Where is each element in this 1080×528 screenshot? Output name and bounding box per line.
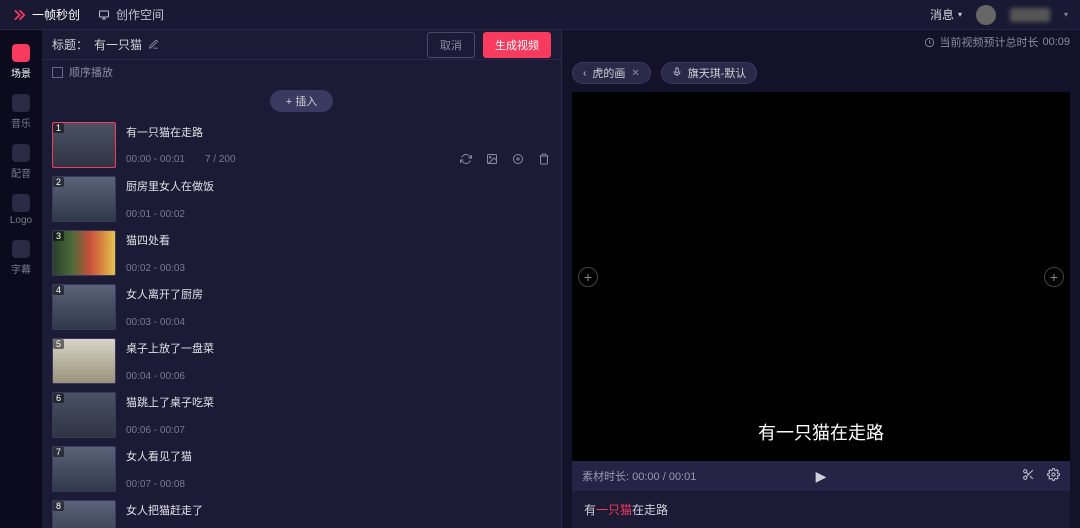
scene-list[interactable]: 1 有一只猫在走路 00:00 - 00:01 7 / 200 2 厨房里女人在做饭 00:…	[42, 118, 561, 528]
nav-label: Logo	[10, 215, 32, 226]
next-scene-button[interactable]: +	[1044, 267, 1064, 287]
subtitle-editor[interactable]: 有一只猫在走路	[572, 491, 1070, 528]
messages-label: 消息	[930, 6, 954, 23]
music-icon	[12, 94, 30, 112]
title-label: 标题：	[52, 36, 88, 53]
nav-label: 场景	[11, 65, 31, 80]
preview-panel: 当前视频预计总时长 00:09 ‹虎的画✕旗天琪-默认 + + 有一只猫在走路 …	[562, 30, 1080, 528]
replace-image-icon[interactable]	[485, 152, 499, 166]
scene-row[interactable]: 1 有一只猫在走路 00:00 - 00:01 7 / 200	[52, 118, 551, 172]
scene-title: 厨房里女人在做饭	[126, 178, 551, 194]
chevron-down-icon[interactable]: ▾	[1064, 10, 1068, 19]
scene-title: 猫跳上了桌子吃菜	[126, 394, 551, 410]
scene-timerange: 00:04 - 00:06	[126, 371, 185, 382]
sequential-play-label: 顺序播放	[69, 64, 113, 80]
monitor-icon	[98, 9, 110, 21]
edit-icon[interactable]	[148, 39, 159, 50]
prev-scene-button[interactable]: +	[578, 267, 598, 287]
scene-number: 1	[53, 123, 64, 133]
title-value: 有一只猫	[94, 36, 142, 53]
messages-link[interactable]: 消息 ▾	[930, 6, 962, 23]
generate-video-button[interactable]: 生成视频	[483, 32, 551, 58]
avatar[interactable]	[976, 5, 996, 25]
duration-label: 当前视频预计总时长	[939, 34, 1038, 50]
nav-item-配音[interactable]: 配音	[4, 138, 38, 186]
add-icon[interactable]	[511, 152, 525, 166]
nav-item-音乐[interactable]: 音乐	[4, 88, 38, 136]
scene-row[interactable]: 8 女人把猫赶走了	[52, 496, 551, 528]
scene-number: 5	[53, 339, 64, 349]
scene-title: 女人离开了厨房	[126, 286, 551, 302]
nav-label: 字幕	[11, 261, 31, 276]
scene-title: 有一只猫在走路	[126, 124, 551, 140]
tag-label: 旗天琪-默认	[688, 65, 747, 81]
preview-caption: 有一只猫在走路	[758, 419, 884, 445]
scene-number: 2	[53, 177, 64, 187]
duration-value: 00:09	[1042, 36, 1070, 48]
scene-row[interactable]: 6 猫跳上了桌子吃菜 00:06 - 00:07	[52, 388, 551, 442]
app-name: 一帧秒创	[32, 6, 80, 23]
player-bar: 素材时长: 00:00 / 00:01 ▶	[572, 461, 1070, 491]
side-nav: 场景音乐配音 Logo 字幕	[0, 30, 42, 528]
clock-icon	[924, 37, 935, 48]
topbar: 一帧秒创 创作空间 消息 ▾ ▾	[0, 0, 1080, 30]
scene-row[interactable]: 7 女人看见了猫 00:07 - 00:08	[52, 442, 551, 496]
scene-title: 女人看见了猫	[126, 448, 551, 464]
scene-row[interactable]: 5 桌子上放了一盘菜 00:04 - 00:06	[52, 334, 551, 388]
scene-timerange: 00:06 - 00:07	[126, 425, 185, 436]
chevron-left-icon: ‹	[583, 67, 586, 79]
insert-scene-button[interactable]: + 插入	[270, 90, 333, 112]
scene-row[interactable]: 3 猫四处看 00:02 - 00:03	[52, 226, 551, 280]
voice-icon	[12, 144, 30, 162]
video-preview[interactable]: + + 有一只猫在走路	[572, 92, 1070, 461]
material-duration: 素材时长: 00:00 / 00:01	[582, 468, 696, 484]
mic-icon	[672, 67, 682, 80]
scene-timerange: 00:01 - 00:02	[126, 209, 185, 220]
scene-number: 7	[53, 447, 64, 457]
nav-item-Logo[interactable]: Logo	[4, 188, 38, 232]
scene-row[interactable]: 2 厨房里女人在做饭 00:01 - 00:02	[52, 172, 551, 226]
scene-number: 8	[53, 501, 64, 511]
logo-icon	[12, 194, 30, 212]
tag-row: ‹ 虎的画 ✕ 旗天琪-默认	[562, 54, 1080, 92]
scene-number: 6	[53, 393, 64, 403]
subtitle-icon	[12, 240, 30, 258]
scene-number: 4	[53, 285, 64, 295]
play-button[interactable]: ▶	[816, 468, 827, 484]
scene-timerange: 00:02 - 00:03	[126, 263, 185, 274]
tag-label: 虎的画	[592, 65, 625, 81]
tag[interactable]: 旗天琪-默认	[661, 62, 758, 84]
close-icon[interactable]: ✕	[631, 68, 639, 79]
cut-icon[interactable]	[1022, 468, 1035, 484]
scene-timerange: 00:00 - 00:01	[126, 154, 185, 165]
nav-label: 音乐	[11, 115, 31, 130]
scene-panel: 标题： 有一只猫 取消 生成视频 顺序播放 + 插入 1 有一只猫在走路 00:00 …	[42, 30, 562, 528]
chevron-down-icon: ▾	[958, 10, 962, 19]
app-logo[interactable]: 一帧秒创	[12, 6, 80, 23]
scene-number: 3	[53, 231, 64, 241]
scene-title: 女人把猫赶走了	[126, 502, 551, 518]
refresh-icon[interactable]	[459, 152, 473, 166]
logo-icon	[12, 8, 26, 22]
scene-icon	[12, 44, 30, 62]
nav-item-场景[interactable]: 场景	[4, 38, 38, 86]
tag[interactable]: ‹ 虎的画 ✕	[572, 62, 651, 84]
scene-title: 猫四处看	[126, 232, 551, 248]
nav-label: 配音	[11, 165, 31, 180]
nav-item-字幕[interactable]: 字幕	[4, 234, 38, 282]
delete-icon[interactable]	[537, 152, 551, 166]
settings-icon[interactable]	[1047, 468, 1060, 484]
scene-timerange: 00:07 - 00:08	[126, 479, 185, 490]
sequential-play-checkbox[interactable]	[52, 67, 63, 78]
scene-char-count: 7 / 200	[205, 154, 236, 165]
workspace-link[interactable]: 创作空间	[98, 6, 164, 23]
scene-title: 桌子上放了一盘菜	[126, 340, 551, 356]
cancel-button[interactable]: 取消	[427, 32, 475, 58]
project-title[interactable]: 标题： 有一只猫	[52, 36, 159, 53]
scene-timerange: 00:03 - 00:04	[126, 317, 185, 328]
scene-row[interactable]: 4 女人离开了厨房 00:03 - 00:04	[52, 280, 551, 334]
workspace-label: 创作空间	[116, 6, 164, 23]
username	[1010, 8, 1050, 22]
